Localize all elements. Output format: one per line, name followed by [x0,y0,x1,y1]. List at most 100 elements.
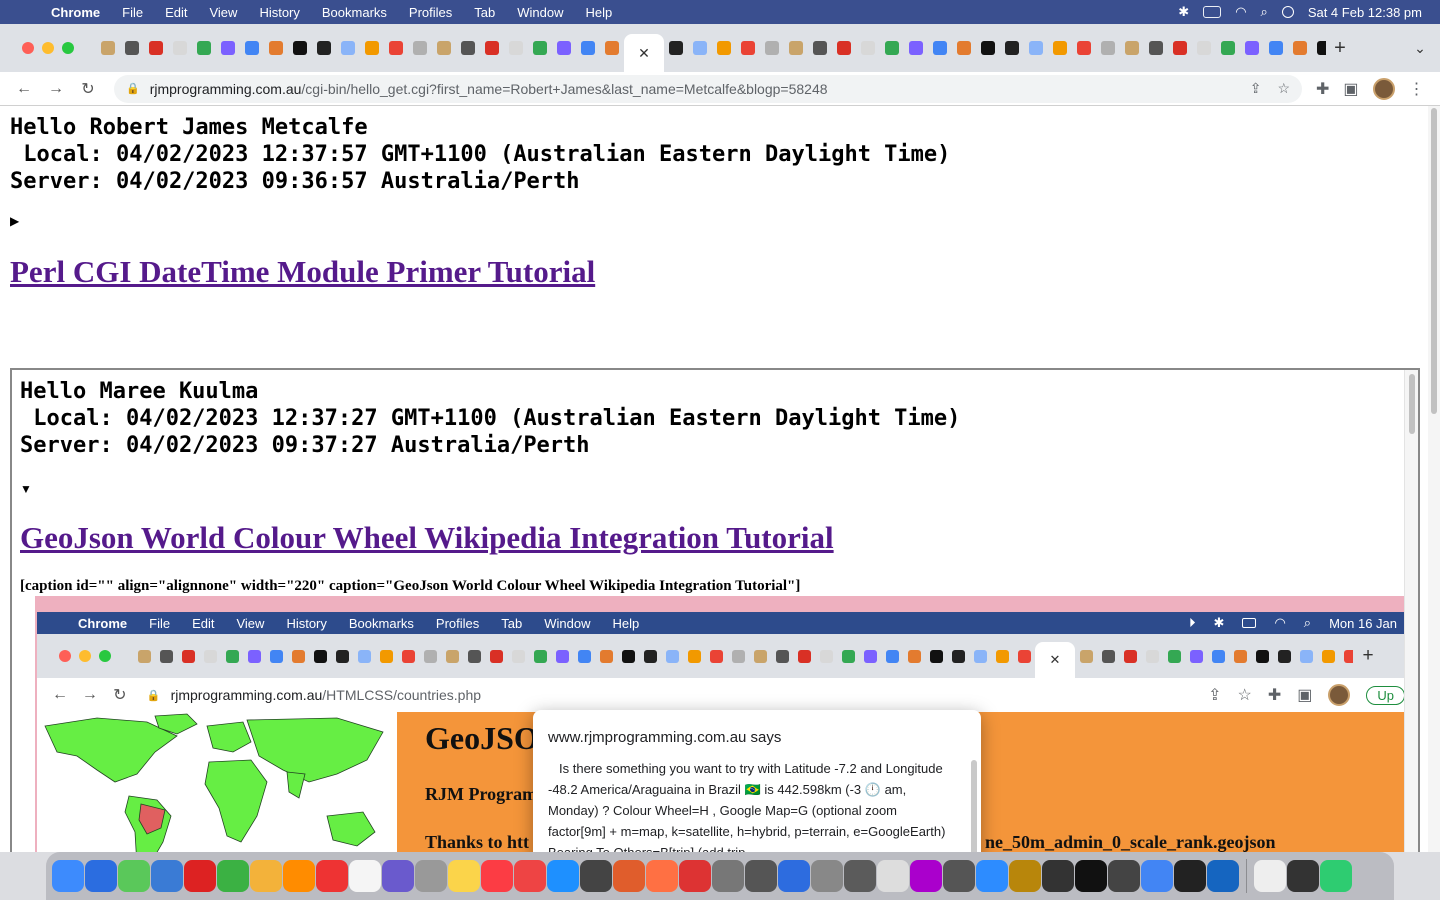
dock-app-icon[interactable] [118,860,150,892]
dock-app-icon[interactable] [1075,860,1107,892]
forward-button[interactable]: → [40,80,72,98]
dock-app-icon[interactable] [1108,860,1140,892]
dock-app-icon[interactable] [778,860,810,892]
tab-favicon[interactable] [952,24,976,72]
tab-favicon[interactable] [552,24,576,72]
tab-favicon[interactable] [240,24,264,72]
tab-favicon[interactable] [1168,24,1192,72]
tab-favicon[interactable] [760,24,784,72]
iframe-scrollbar[interactable] [1404,370,1418,852]
dock-app-icon[interactable] [910,860,942,892]
tab-favicon[interactable] [1288,24,1312,72]
tab-favicon[interactable] [264,24,288,72]
dock-app-icon[interactable] [580,860,612,892]
tab-favicon[interactable] [1120,24,1144,72]
dock-app-icon[interactable] [811,860,843,892]
dock-app-icon[interactable] [448,860,480,892]
tab-search-chevron-icon[interactable]: ⌄ [1400,40,1440,57]
dock-app-icon[interactable] [844,860,876,892]
tab-favicon[interactable] [1072,24,1096,72]
dock-app-icon[interactable] [613,860,645,892]
tab-favicon[interactable] [1264,24,1288,72]
tab-favicon[interactable] [856,24,880,72]
tab-favicon[interactable] [528,24,552,72]
extensions-puzzle-icon[interactable]: ✚ [1316,79,1329,99]
minimize-window-button[interactable] [42,42,54,54]
tab-favicon[interactable] [1000,24,1024,72]
tab-favicon[interactable] [736,24,760,72]
dock-app-icon[interactable] [514,860,546,892]
menu-view[interactable]: View [198,5,248,20]
dock-app-icon[interactable] [151,860,183,892]
menu-bookmarks[interactable]: Bookmarks [311,5,398,20]
iframe-tutorial-title-link[interactable]: GeoJson World Colour Wheel Wikipedia Int… [20,520,834,556]
bluetooth-icon[interactable]: ✱ [1178,4,1189,20]
tab-favicon[interactable] [480,24,504,72]
menubar-clock[interactable]: Sat 4 Feb 12:38 pm [1308,5,1422,20]
tab-favicon[interactable] [576,24,600,72]
tab-favicon[interactable] [360,24,384,72]
tab-favicon[interactable] [1216,24,1240,72]
tab-favicon[interactable] [288,24,312,72]
share-icon[interactable]: ⇪ [1250,80,1262,97]
tab-favicon[interactable] [144,24,168,72]
tab-favicon[interactable] [688,24,712,72]
tab-favicon[interactable] [120,24,144,72]
close-window-button[interactable] [22,42,34,54]
tab-favicon[interactable] [192,24,216,72]
control-center-icon[interactable] [1281,6,1294,18]
dock-app-icon[interactable] [1042,860,1074,892]
tab-favicon[interactable] [712,24,736,72]
tab-favicon[interactable] [1192,24,1216,72]
tab-favicon[interactable] [456,24,480,72]
dock-app-icon[interactable] [52,860,84,892]
dock-app-icon[interactable] [415,860,447,892]
menu-profiles[interactable]: Profiles [398,5,463,20]
page-scrollbar-thumb[interactable] [1431,108,1437,414]
tab-favicon[interactable] [1144,24,1168,72]
dock-app-icon[interactable] [382,860,414,892]
back-button[interactable]: ← [8,80,40,98]
tutorial-title-link[interactable]: Perl CGI DateTime Module Primer Tutorial [10,254,595,290]
dock-app-icon[interactable] [250,860,282,892]
tab-favicon[interactable] [432,24,456,72]
tab-favicon[interactable] [1096,24,1120,72]
tab-favicon[interactable] [784,24,808,72]
tab-favicon[interactable] [808,24,832,72]
tab-favicon[interactable] [904,24,928,72]
menu-app-name[interactable]: Chrome [40,5,111,20]
tab-favicon[interactable] [1240,24,1264,72]
side-panel-icon[interactable]: ▣ [1343,79,1358,99]
dock-app-icon[interactable] [1254,860,1286,892]
menu-window[interactable]: Window [506,5,574,20]
menu-tab[interactable]: Tab [463,5,506,20]
page-scrollbar[interactable] [1428,106,1440,852]
tab-favicon[interactable] [504,24,528,72]
new-tab-button[interactable]: + [1326,37,1354,60]
dock-app-icon[interactable] [943,860,975,892]
dock-app-icon[interactable] [184,860,216,892]
active-tab-close-icon[interactable]: ✕ [624,34,664,72]
dock-app-icon[interactable] [976,860,1008,892]
tab-favicon[interactable] [96,24,120,72]
lock-icon[interactable]: 🔒 [126,82,140,95]
dock-app-icon[interactable] [481,860,513,892]
embedded-iframe[interactable]: Hello Maree Kuulma Local: 04/02/2023 12:… [10,368,1420,852]
details-toggle-expanded-icon[interactable]: ▼ [20,482,32,496]
profile-avatar[interactable] [1372,77,1395,100]
tab-favicon[interactable] [1048,24,1072,72]
tab-favicon[interactable] [976,24,1000,72]
tab-favicon[interactable] [408,24,432,72]
dock-app-icon[interactable] [283,860,315,892]
dock-app-icon[interactable] [349,860,381,892]
menu-edit[interactable]: Edit [154,5,198,20]
menu-file[interactable]: File [111,5,154,20]
tab-favicon[interactable] [336,24,360,72]
dock-app-icon[interactable] [1207,860,1239,892]
tab-favicon[interactable] [216,24,240,72]
dock-app-icon[interactable] [1009,860,1041,892]
dock-app-icon[interactable] [1287,860,1319,892]
zoom-window-button[interactable] [62,42,74,54]
tab-favicon[interactable] [880,24,904,72]
dock-app-icon[interactable] [547,860,579,892]
